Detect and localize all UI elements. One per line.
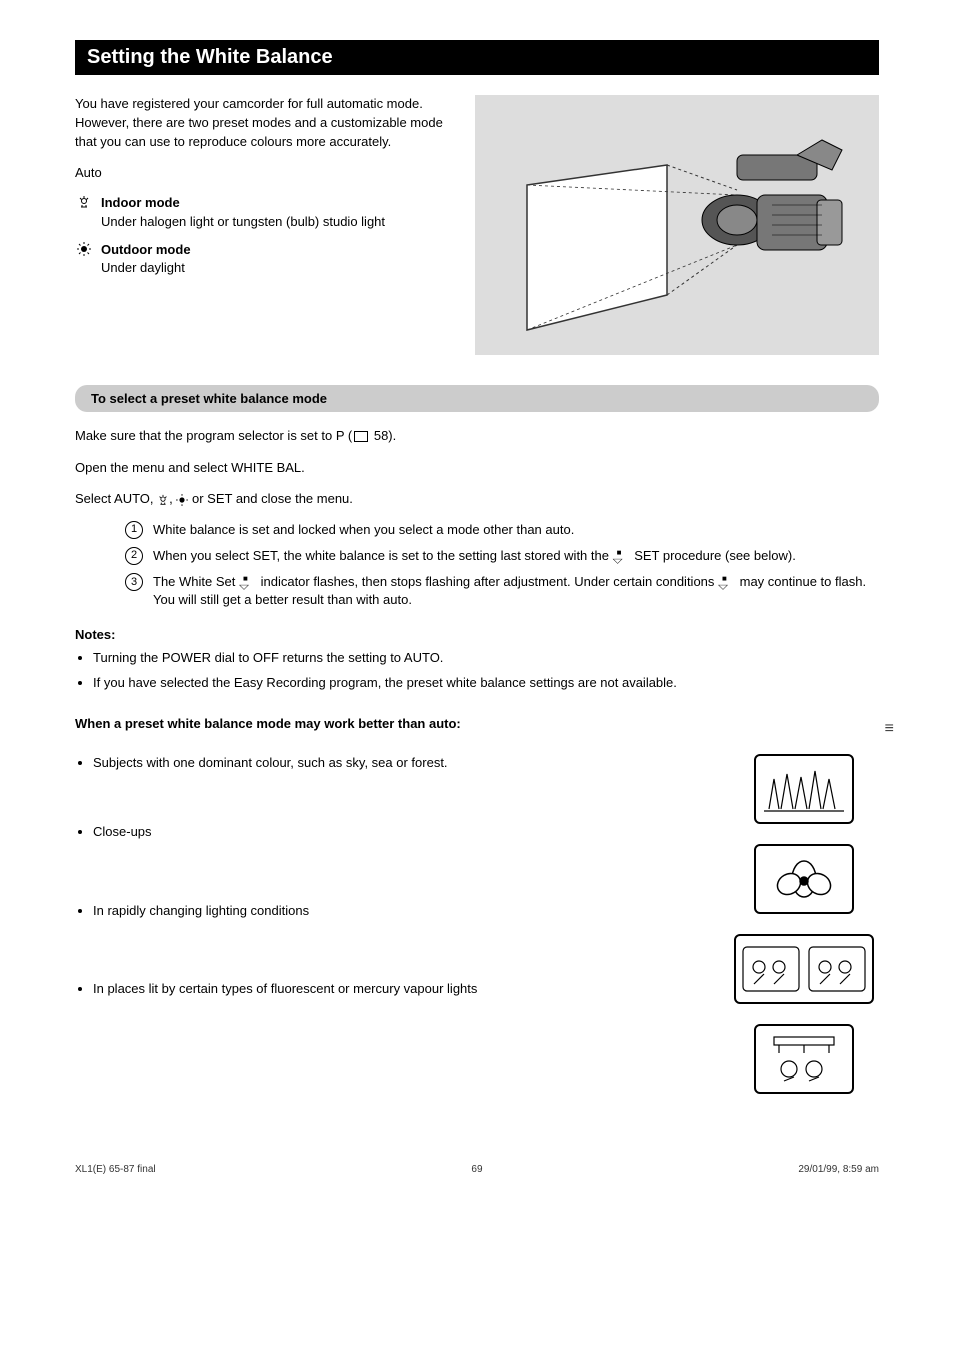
outdoor-mode-text: Outdoor mode Under daylight (101, 241, 191, 277)
step-3: 3 The White Set indicator flashes, then … (125, 573, 879, 609)
when-better-heading: When a preset white balance mode may wor… (75, 714, 879, 734)
outdoor-icon (75, 241, 93, 261)
preset-line1: Make sure that the program selector is s… (75, 426, 879, 446)
set-icon-inline (239, 576, 257, 588)
footer-center-page: 69 (471, 1164, 482, 1175)
preset-steps: 1 White balance is set and locked when y… (75, 521, 879, 610)
outdoor-mode-line: Outdoor mode Under daylight (75, 241, 455, 277)
indoor-mode-text: Indoor mode Under halogen light or tungs… (101, 194, 385, 230)
note-1: Turning the POWER dial to OFF returns th… (93, 649, 879, 668)
better-item-d: In places lit by certain types of fluore… (93, 980, 709, 999)
step-number-1: 1 (125, 521, 143, 539)
closeup-illustration (754, 844, 854, 914)
preset-heading: To select a preset white balance mode (75, 385, 879, 412)
better-item-c: In rapidly changing lighting conditions (93, 902, 709, 921)
indoor-icon (75, 194, 93, 214)
side-hash-marks: ≡ (884, 720, 894, 738)
preset-line3: Select AUTO, , or SET and close the menu… (75, 489, 879, 509)
when-better-list-text: Subjects with one dominant colour, such … (75, 754, 709, 1094)
preset-mode-section: To select a preset white balance mode Ma… (75, 385, 879, 1094)
forest-illustration (754, 754, 854, 824)
indoor-mode-line: Indoor mode Under halogen light or tungs… (75, 194, 455, 230)
intro-para: You have registered your camcorder for f… (75, 95, 455, 152)
camcorder-illustration (475, 95, 879, 355)
better-item-a: Subjects with one dominant colour, such … (93, 754, 709, 773)
page-ref-icon (354, 431, 368, 442)
notes-list: Turning the POWER dial to OFF returns th… (75, 649, 879, 693)
preset-line2: Open the menu and select WHITE BAL. (75, 458, 879, 478)
step-1: 1 White balance is set and locked when y… (125, 521, 879, 539)
intro-text: You have registered your camcorder for f… (75, 95, 455, 355)
fluorescent-illustration (754, 1024, 854, 1094)
footer-left-date: 29/01/99, 8:59 am (798, 1164, 879, 1175)
page-title: Setting the White Balance (75, 40, 879, 75)
intro-section: You have registered your camcorder for f… (75, 95, 879, 355)
illustration-column (729, 754, 879, 1094)
page-footer: XL1(E) 65-87 final 69 29/01/99, 8:59 am (75, 1164, 879, 1175)
note-2: If you have selected the Easy Recording … (93, 674, 879, 693)
set-icon (613, 550, 631, 562)
step-number-2: 2 (125, 547, 143, 565)
footer-right-file: XL1(E) 65-87 final (75, 1164, 156, 1175)
notes-heading: Notes: (75, 625, 879, 645)
better-item-b: Close-ups (93, 823, 709, 842)
step-2: 2 When you select SET, the white balance… (125, 547, 879, 565)
set-icon-inline-2 (718, 576, 736, 588)
step-number-3: 3 (125, 573, 143, 591)
changing-light-illustration (734, 934, 874, 1004)
auto-label: Auto (75, 164, 455, 183)
